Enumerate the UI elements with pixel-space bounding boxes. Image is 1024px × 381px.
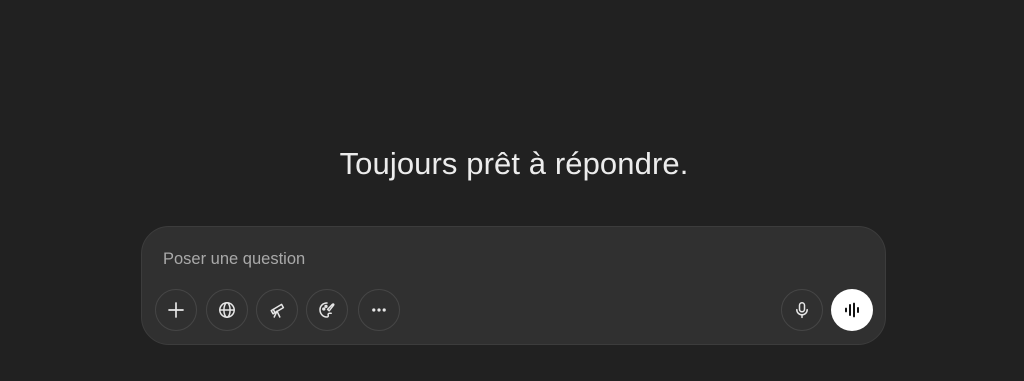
microphone-icon: [796, 302, 808, 319]
create-image-button[interactable]: [306, 289, 348, 331]
palette-icon: [319, 302, 335, 318]
more-horizontal-icon: [372, 308, 386, 312]
dictate-button[interactable]: [781, 289, 823, 331]
prompt-input[interactable]: [163, 247, 763, 271]
page-title: Toujours prêt à répondre.: [339, 146, 689, 181]
voice-mode-button[interactable]: [831, 289, 873, 331]
voice-waveform-icon: [845, 302, 859, 318]
deep-research-button[interactable]: [256, 289, 298, 331]
plus-icon: [168, 302, 184, 318]
add-button[interactable]: [155, 289, 197, 331]
telescope-icon: [270, 303, 285, 318]
web-search-button[interactable]: [206, 289, 248, 331]
message-composer: [141, 226, 886, 345]
globe-icon: [219, 302, 235, 318]
more-options-button[interactable]: [358, 289, 400, 331]
chat-home: Toujours prêt à répondre.: [0, 0, 1024, 381]
